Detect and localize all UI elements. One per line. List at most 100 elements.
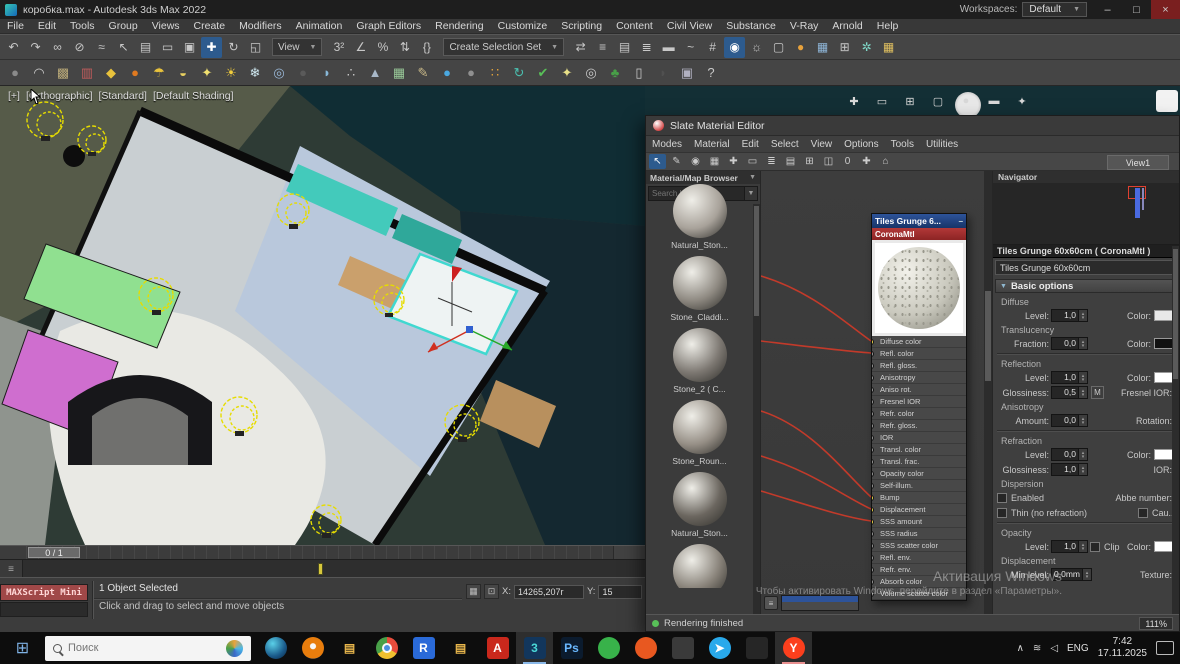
refresh-icon[interactable]: ↻ xyxy=(508,62,530,83)
red-book-icon[interactable]: ▥ xyxy=(76,62,98,83)
menu-item[interactable]: Views xyxy=(145,19,187,33)
rendered-frame-window-icon[interactable]: ▢ xyxy=(768,37,789,58)
rectangular-selection-icon[interactable]: ▭ xyxy=(157,37,178,58)
slot-socket[interactable] xyxy=(872,483,874,489)
menu-item[interactable]: Content xyxy=(609,19,660,33)
viewport-label-segment[interactable]: [Default Shading] xyxy=(153,90,234,102)
slot-socket[interactable] xyxy=(872,531,874,537)
view1-tab[interactable]: View1 xyxy=(1107,155,1169,170)
triangle-icon[interactable]: ▲ xyxy=(364,62,386,83)
material-list-item[interactable]: Natural_Ston... xyxy=(646,178,753,250)
umbrella-icon[interactable]: ☂ xyxy=(148,62,170,83)
menu-item[interactable]: Graph Editors xyxy=(349,19,428,33)
scene-explorer-icon[interactable]: ▤ xyxy=(614,37,635,58)
node-slot[interactable]: Bump xyxy=(872,492,966,504)
thin-checkbox[interactable] xyxy=(997,508,1007,518)
select-by-name-icon[interactable]: ▤ xyxy=(135,37,156,58)
collapse-node-icon[interactable]: − xyxy=(958,217,963,226)
panel-icon[interactable]: ▢ xyxy=(930,93,946,109)
node-slot[interactable]: Transl. color xyxy=(872,444,966,456)
taskbar-app-photoshop[interactable]: Ps xyxy=(553,632,590,664)
schematic-view-icon[interactable]: # xyxy=(702,37,723,58)
taskbar-app-yandex[interactable]: Y xyxy=(775,632,812,664)
ceiling-light-icon[interactable]: ◒ xyxy=(172,62,194,83)
browser-scrollbar[interactable] xyxy=(753,204,760,614)
diffuse-level-spinner[interactable]: 1,0▴▾ xyxy=(1051,309,1088,322)
wrench-icon[interactable]: ✦ xyxy=(1014,93,1030,109)
menu-item[interactable]: Civil View xyxy=(660,19,719,33)
render-setup-icon[interactable]: ☼ xyxy=(746,37,767,58)
material-list-item[interactable]: Stone_Claddi... xyxy=(646,250,753,322)
blue-drop-icon[interactable]: ● xyxy=(436,62,458,83)
node-slot[interactable]: Volume scatter color xyxy=(872,588,966,600)
keyframe-marker[interactable] xyxy=(318,563,323,575)
record-icon[interactable]: ● xyxy=(958,93,974,109)
volume-icon[interactable]: ◁ xyxy=(1050,643,1058,654)
y-coordinate-field[interactable]: 15 xyxy=(598,585,642,599)
maximize-button[interactable]: □ xyxy=(1122,0,1151,19)
search-highlights-icon[interactable] xyxy=(226,640,243,657)
node-slot[interactable]: Diffuse color xyxy=(872,336,966,348)
add-view-icon[interactable]: ✚ xyxy=(846,93,862,109)
taskbar-app-dark[interactable] xyxy=(664,632,701,664)
mini-curve-editor-button[interactable]: ≡ xyxy=(0,560,23,578)
snap-toggle-3d-icon[interactable]: 3² xyxy=(328,37,349,58)
taskbar-app-dark-2[interactable] xyxy=(738,632,775,664)
maxscript-input[interactable] xyxy=(0,602,88,617)
slot-socket[interactable] xyxy=(872,519,874,525)
slot-socket[interactable] xyxy=(872,411,874,417)
editor-titlebar[interactable]: Slate Material Editor xyxy=(646,116,1179,136)
track-bar[interactable]: ≡ xyxy=(0,559,645,577)
percent-snap-icon[interactable]: % xyxy=(372,37,393,58)
color-clipboard-icon[interactable]: ▦ xyxy=(878,37,899,58)
refraction-level-spinner[interactable]: 0,0▴▾ xyxy=(1051,448,1088,461)
arc-tool-icon[interactable]: ◠ xyxy=(28,62,50,83)
edit-named-selection-sets-icon[interactable]: {} xyxy=(416,37,437,58)
glossiness-map-button[interactable]: M xyxy=(1091,386,1104,399)
slot-socket[interactable] xyxy=(872,363,874,369)
grid-object-icon[interactable]: ▦ xyxy=(388,62,410,83)
slot-socket[interactable] xyxy=(872,375,874,381)
droplet-icon[interactable]: ◗ xyxy=(316,62,338,83)
layer-explorer-icon[interactable]: ≣ xyxy=(636,37,657,58)
assign-material-icon[interactable]: ✚ xyxy=(725,154,742,169)
slot-socket[interactable] xyxy=(872,447,874,453)
basic-options-rollout[interactable]: ▼ Basic options xyxy=(995,279,1177,293)
editor-menu-item[interactable]: Edit xyxy=(736,136,765,152)
slot-socket[interactable] xyxy=(872,435,874,441)
node-slot[interactable]: Refl. gloss. xyxy=(872,360,966,372)
taskbar-app-folder-2[interactable]: ▤ xyxy=(442,632,479,664)
menu-item[interactable]: Tools xyxy=(63,19,102,33)
show-grid-icon[interactable]: ▦ xyxy=(706,154,723,169)
corona-sphere-icon[interactable]: ● xyxy=(4,62,26,83)
viewport-label-segment[interactable]: [+] xyxy=(8,90,20,102)
opacity-level-spinner[interactable]: 1,0▴▾ xyxy=(1051,540,1088,553)
menu-item[interactable]: Edit xyxy=(31,19,63,33)
spinner-snap-icon[interactable]: ⇅ xyxy=(394,37,415,58)
editor-menu-item[interactable]: View xyxy=(805,136,839,152)
coronamtl-node[interactable]: Tiles Grunge 6... − CoronaMtl Diffuse co… xyxy=(871,213,967,601)
menu-item[interactable]: Scripting xyxy=(554,19,609,33)
align-icon[interactable]: ≡ xyxy=(592,37,613,58)
slot-socket[interactable] xyxy=(872,495,874,501)
snowflake-icon[interactable]: ❄ xyxy=(244,62,266,83)
bulb-icon[interactable]: ✦ xyxy=(196,62,218,83)
menu-item[interactable]: V-Ray xyxy=(783,19,826,33)
select-object-icon[interactable]: ↖ xyxy=(113,37,134,58)
language-indicator[interactable]: ENG xyxy=(1067,643,1089,654)
slot-socket[interactable] xyxy=(872,387,874,393)
feather-icon[interactable]: ✎ xyxy=(412,62,434,83)
workspaces-dropdown[interactable]: Default▼ xyxy=(1022,2,1087,17)
slot-socket[interactable] xyxy=(872,543,874,549)
help-icon[interactable]: ? xyxy=(700,62,722,83)
hide-unused-slots-icon[interactable]: ▤ xyxy=(782,154,799,169)
node-slot[interactable]: Self-illum. xyxy=(872,480,966,492)
target-icon[interactable]: ◎ xyxy=(580,62,602,83)
network-icon[interactable]: ≋ xyxy=(1033,643,1041,654)
render-production-icon[interactable]: ● xyxy=(790,37,811,58)
dark-sphere-icon[interactable]: ● xyxy=(292,62,314,83)
spacing-tool-icon[interactable]: ✲ xyxy=(856,37,877,58)
x-coordinate-field[interactable]: 14265,207r xyxy=(514,585,584,599)
select-tool-icon[interactable]: ↖ xyxy=(649,154,666,169)
parameters-scrollbar[interactable] xyxy=(1172,246,1179,614)
